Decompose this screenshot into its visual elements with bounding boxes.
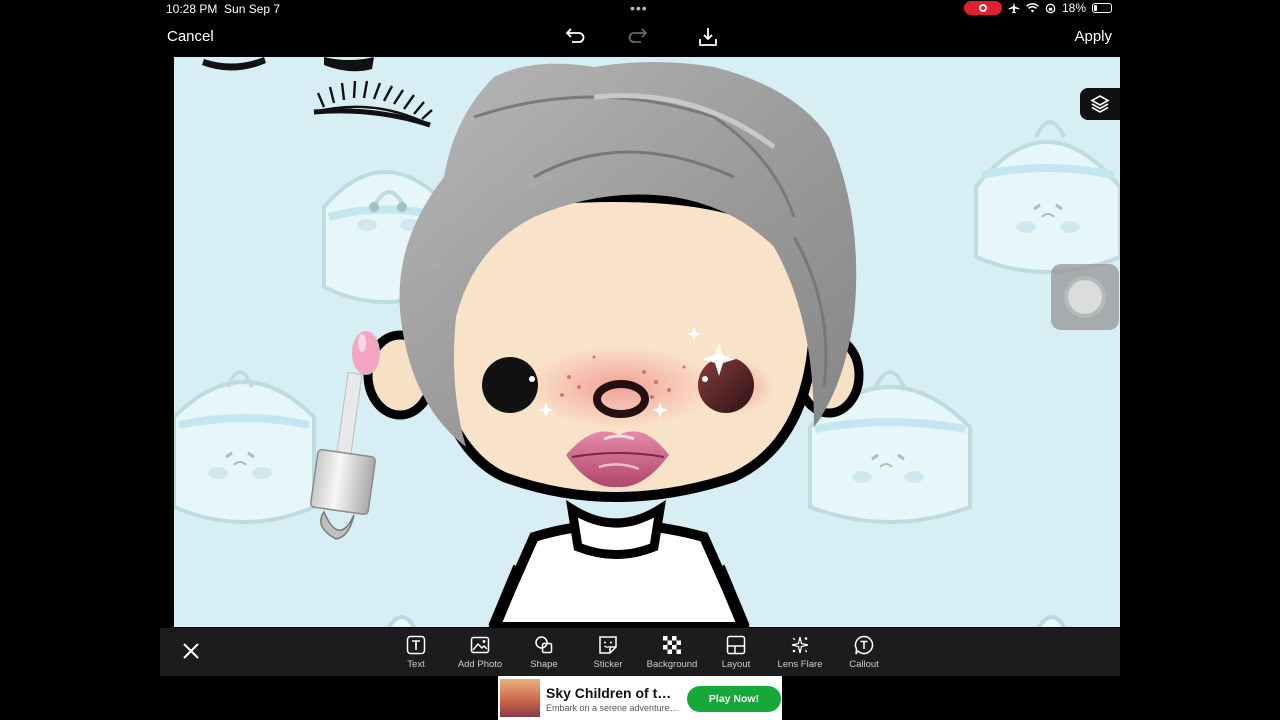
tool-label: Layout	[721, 659, 751, 670]
lens-flare-icon	[791, 636, 809, 654]
eyelash-sticker-top	[202, 57, 374, 72]
tool-label: Background	[646, 659, 698, 670]
eyelash-sticker	[313, 80, 433, 128]
tool-sticker[interactable]: Sticker	[576, 634, 640, 670]
add-photo-icon	[470, 636, 490, 654]
edit-canvas[interactable]	[174, 57, 1120, 627]
airplane-icon	[1008, 2, 1020, 14]
background-mascot-right-top	[974, 120, 1120, 274]
sticker-icon	[599, 636, 617, 654]
layers-icon	[1090, 95, 1110, 113]
tool-background[interactable]: Background	[640, 634, 704, 670]
text-icon	[406, 635, 426, 655]
layout-icon	[726, 635, 746, 655]
status-bar: 10:28 PM Sun Sep 7 ••• 18%	[160, 0, 1120, 18]
background-icon	[663, 636, 681, 654]
battery-percent: 18%	[1061, 1, 1086, 15]
undo-icon[interactable]	[560, 24, 586, 50]
callout-icon	[854, 635, 874, 655]
tool-text[interactable]: Text	[384, 634, 448, 670]
battery-icon	[1092, 3, 1112, 13]
assistive-touch-button[interactable]	[1051, 264, 1119, 330]
ad-subtitle: Embark on a serene adventure…	[546, 703, 679, 713]
layers-button[interactable]	[1080, 88, 1120, 120]
tool-label: Shape	[530, 659, 558, 670]
tool-lens-flare[interactable]: Lens Flare	[768, 634, 832, 670]
multitasking-dots[interactable]: •••	[630, 0, 648, 16]
background-mascot-bottom-left	[174, 370, 316, 524]
apply-button[interactable]: Apply	[1074, 28, 1112, 45]
tool-label: Callout	[849, 659, 879, 670]
photo-editor-app: 10:28 PM Sun Sep 7 ••• 18% Cancel Apply	[160, 0, 1120, 720]
ad-banner[interactable]: Sky Children of t… Embark on a serene ad…	[498, 676, 782, 720]
tool-layout[interactable]: Layout	[704, 634, 768, 670]
tool-shape[interactable]: Shape	[512, 634, 576, 670]
cancel-button[interactable]: Cancel	[167, 28, 214, 45]
wifi-icon	[1026, 3, 1039, 13]
bottom-toolbar: Text Add Photo Shape Sticker Background …	[160, 628, 1120, 676]
tool-add-photo[interactable]: Add Photo	[448, 634, 512, 670]
orientation-lock-icon	[1045, 3, 1056, 13]
lip-gloss-sticker	[310, 331, 380, 540]
ad-title: Sky Children of t…	[546, 685, 672, 701]
top-toolbar: Cancel Apply	[160, 18, 1120, 56]
tool-label: Add Photo	[457, 659, 503, 670]
ad-game-thumbnail	[500, 679, 540, 717]
tool-label: Lens Flare	[777, 659, 823, 670]
screen-record-indicator	[963, 1, 1002, 15]
tool-label: Text	[407, 659, 425, 670]
play-now-button[interactable]: Play Now!	[687, 686, 781, 712]
download-icon[interactable]	[695, 24, 721, 50]
tool-callout[interactable]: Callout	[832, 634, 896, 670]
close-icon[interactable]	[180, 640, 202, 662]
assistive-touch-icon	[1068, 280, 1102, 314]
shape-icon	[535, 636, 553, 654]
character	[363, 62, 864, 627]
tool-list: Text Add Photo Shape Sticker Background …	[384, 634, 896, 670]
canvas-artwork	[174, 57, 1120, 627]
status-time: 10:28 PM Sun Sep 7	[166, 2, 281, 16]
status-right: 18%	[963, 1, 1112, 15]
redo-icon[interactable]	[627, 24, 653, 50]
tool-label: Sticker	[593, 659, 623, 670]
